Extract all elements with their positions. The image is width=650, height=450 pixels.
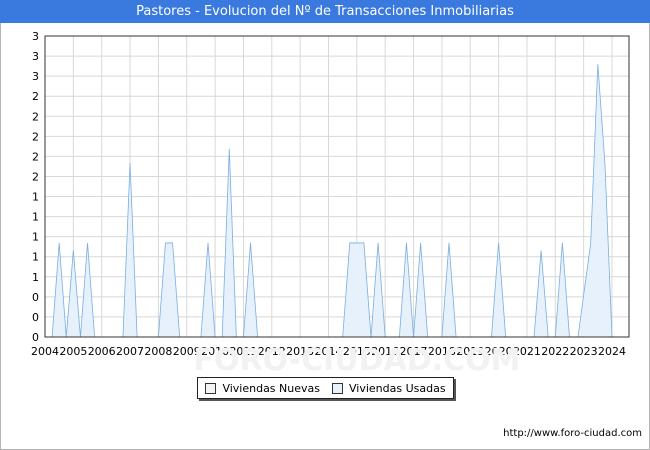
y-tick-label: 2 [32,110,39,123]
legend-item-usadas: Viviendas Usadas [331,381,446,395]
legend: Viviendas Nuevas Viviendas Usadas [197,377,454,399]
watermark: FORO-CIUDAD.COM [194,343,521,378]
x-tick-label: 2022 [541,345,569,358]
y-tick-label: 2 [32,150,39,163]
x-tick-label: 2005 [59,345,87,358]
y-tick-label: 0 [32,291,39,304]
y-tick-label: 2 [32,90,39,103]
x-tick-label: 2004 [31,345,59,358]
y-tick-label: 0 [32,311,39,324]
y-tick-label: 3 [32,70,39,83]
y-tick-label: 2 [32,170,39,183]
legend-swatch-usadas [331,382,343,394]
y-tick-label: 2 [32,130,39,143]
y-tick-label: 1 [32,211,39,224]
source-url: http://www.foro-ciudad.com [503,428,642,439]
y-tick-label: 1 [32,251,39,264]
legend-label-nuevas: Viviendas Nuevas [222,381,320,395]
y-tick-label: 1 [32,191,39,204]
x-tick-label: 2023 [570,345,598,358]
y-tick-label: 1 [32,231,39,244]
y-tick-label: 3 [32,30,39,43]
y-tick-label: 1 [32,271,39,284]
legend-item-nuevas: Viviendas Nuevas [205,382,320,395]
x-tick-label: 2007 [116,345,144,358]
legend-label-usadas: Viviendas Usadas [348,381,446,395]
x-tick-label: 2024 [598,345,626,358]
y-tick-label: 0 [32,331,39,344]
x-tick-label: 2008 [144,345,172,358]
legend-swatch-nuevas [205,382,217,394]
x-tick-label: 2006 [88,345,116,358]
y-tick-label: 3 [32,50,39,63]
